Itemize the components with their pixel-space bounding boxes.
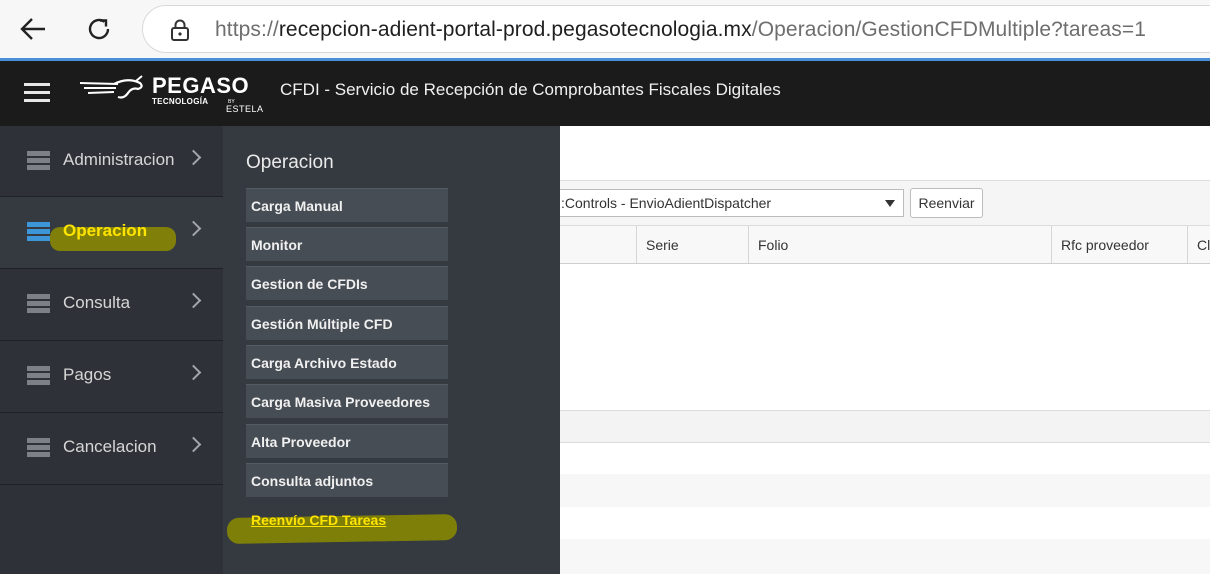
chevron-right-icon [185, 220, 202, 237]
menu-item-gestion-multiple-cfd[interactable]: Gestión Múltiple CFD [246, 306, 448, 340]
sidebar-item-pagos[interactable]: Pagos [0, 341, 223, 413]
chevron-right-icon [185, 364, 202, 381]
url-host: recepcion-adient-portal-prod.pegasotecno… [278, 18, 752, 41]
address-bar[interactable]: https://recepcion-adient-portal-prod.peg… [142, 5, 1210, 53]
sidebar-item-label: Operacion [63, 221, 148, 240]
pegaso-logo[interactable]: PEGASO TECNOLOGÍA BY ESTELA [78, 71, 268, 119]
submenu-title: Operacion [246, 152, 334, 173]
sidebar-item-administracion[interactable]: Administracion [0, 126, 223, 197]
logo-subtitle: TECNOLOGÍA [152, 97, 209, 106]
reload-button[interactable] [80, 10, 118, 48]
server-icon [27, 151, 50, 170]
hamburger-menu-icon[interactable] [24, 83, 50, 103]
menu-item-alta-proveedor[interactable]: Alta Proveedor [246, 424, 448, 458]
menu-item-reenvio-cfd-tareas[interactable]: Reenvío CFD Tareas [246, 503, 448, 537]
chevron-right-icon [185, 149, 202, 166]
column-header-blank[interactable] [560, 226, 636, 263]
chevron-right-icon [185, 292, 202, 309]
menu-item-gestion-cfdis[interactable]: Gestion de CFDIs [246, 266, 448, 300]
sidebar-item-operacion[interactable]: Operacion [0, 197, 223, 269]
horse-logo-icon [79, 75, 143, 99]
app-title: CFDI - Servicio de Recepción de Comproba… [280, 80, 781, 99]
menu-item-carga-manual[interactable]: Carga Manual [246, 188, 448, 222]
lock-icon[interactable] [169, 18, 191, 42]
reload-icon [88, 18, 110, 40]
back-arrow-icon [20, 18, 45, 40]
back-button[interactable] [14, 10, 52, 48]
dispatcher-select[interactable]: :Controls - EnvioAdientDispatcher [540, 189, 904, 217]
column-header-folio[interactable]: Folio [748, 226, 1051, 263]
server-icon [27, 438, 50, 457]
sidebar-item-label: Consulta [63, 293, 131, 312]
sidebar-item-cancelacion[interactable]: Cancelacion [0, 413, 223, 485]
server-icon [27, 366, 50, 385]
sidebar-item-label: Cancelacion [63, 437, 157, 456]
menu-item-consulta-adjuntos[interactable]: Consulta adjuntos [246, 463, 448, 497]
menu-item-monitor[interactable]: Monitor [246, 227, 448, 261]
logo-estela: ESTELA [226, 104, 264, 114]
browser-toolbar: https://recepcion-adient-portal-prod.peg… [0, 0, 1210, 58]
app-header: PEGASO TECNOLOGÍA BY ESTELA CFDI - Servi… [0, 61, 1210, 126]
operacion-submenu: Operacion Carga Manual Monitor Gestion d… [223, 126, 560, 574]
server-icon [27, 222, 50, 241]
chevron-right-icon [185, 436, 202, 453]
sidebar-item-label: Pagos [63, 365, 112, 384]
sidebar: Administracion Operacion Consulta Pagos … [0, 126, 223, 574]
sidebar-item-consulta[interactable]: Consulta [0, 269, 223, 341]
caret-down-icon [885, 200, 895, 207]
logo-name: PEGASO [152, 73, 250, 98]
server-icon [27, 294, 50, 313]
menu-item-carga-masiva-proveedores[interactable]: Carga Masiva Proveedores [246, 384, 448, 418]
sidebar-item-label: Administracion [63, 150, 175, 169]
column-header-rfc[interactable]: Rfc proveedor [1051, 226, 1187, 263]
menu-item-carga-archivo-estado[interactable]: Carga Archivo Estado [246, 345, 448, 379]
url-path: /Operacion/GestionCFDMultiple?tareas=1 [751, 18, 1147, 41]
resend-button[interactable]: Reenviar [910, 188, 983, 218]
column-header-serie[interactable]: Serie [636, 226, 748, 263]
url-scheme: https:// [215, 18, 279, 41]
dispatcher-select-value: :Controls - EnvioAdientDispatcher [561, 195, 772, 211]
column-header-cl[interactable]: Cl [1187, 226, 1210, 263]
url-text[interactable]: https://recepcion-adient-portal-prod.peg… [215, 18, 1146, 42]
